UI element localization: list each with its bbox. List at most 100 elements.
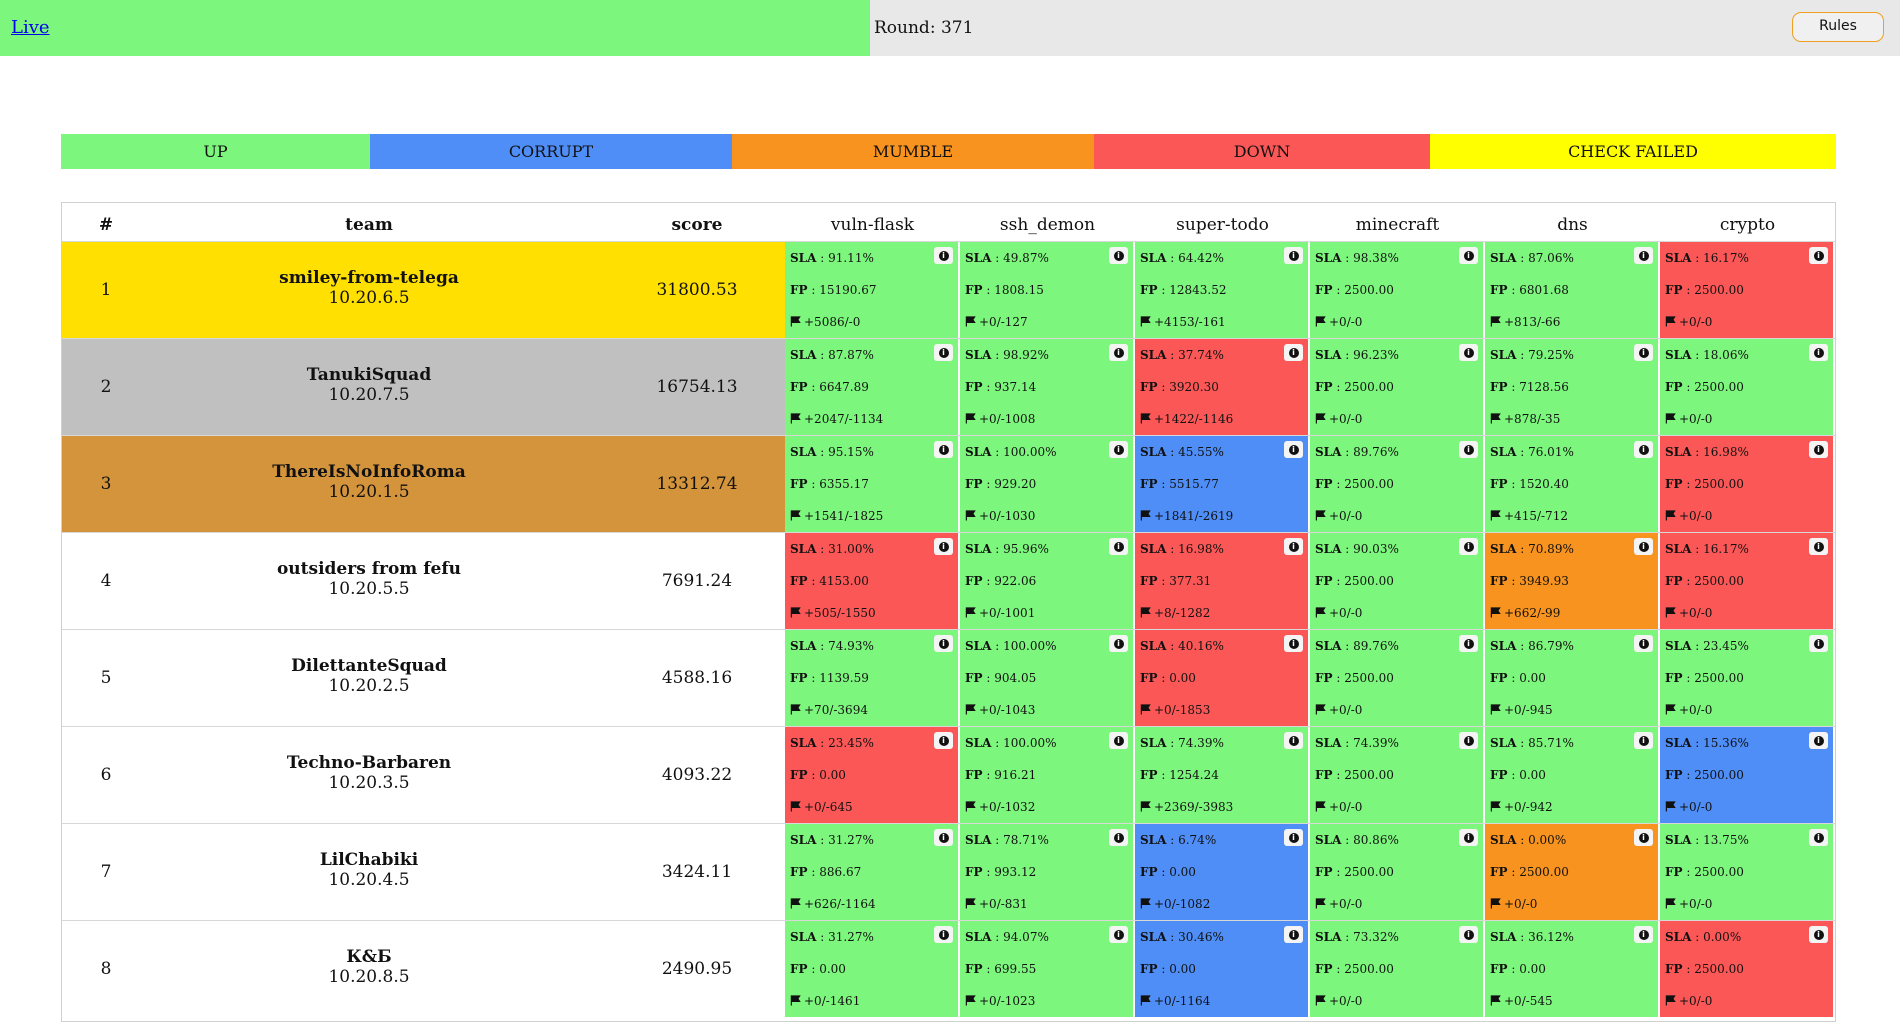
info-button[interactable]: i [934,926,953,943]
info-button[interactable]: i [1809,441,1828,458]
info-button[interactable]: i [1109,441,1128,458]
fp-value: FP : 15190.67 [790,283,877,297]
info-button[interactable]: i [1109,344,1128,361]
flags-value: +0/-0 [1665,509,1712,523]
info-icon: i [938,444,949,455]
info-button[interactable]: i [1459,635,1478,652]
team-ip: 10.20.5.5 [328,579,410,599]
info-button[interactable]: i [934,635,953,652]
info-button[interactable]: i [1284,926,1303,943]
flags-value: +0/-0 [1665,315,1712,329]
flag-icon [965,413,976,424]
fp-value: FP : 2500.00 [1315,574,1394,588]
sla-value: SLA : 98.92% [965,348,1049,362]
info-button[interactable]: i [1809,829,1828,846]
info-button[interactable]: i [1634,247,1653,264]
info-button[interactable]: i [1459,538,1478,555]
info-button[interactable]: i [934,538,953,555]
info-button[interactable]: i [1284,247,1303,264]
team-cell: 2 TanukiSquad 10.20.7.5 16754.13 [62,339,785,435]
info-button[interactable]: i [1459,829,1478,846]
info-button[interactable]: i [1634,829,1653,846]
info-button[interactable]: i [1459,344,1478,361]
info-button[interactable]: i [1809,247,1828,264]
rules-button[interactable]: Rules [1792,12,1884,42]
fp-value: FP : 993.12 [965,865,1037,879]
fp-value: FP : 922.06 [965,574,1037,588]
info-button[interactable]: i [1809,344,1828,361]
info-button[interactable]: i [1284,732,1303,749]
info-button[interactable]: i [934,441,953,458]
info-button[interactable]: i [1809,635,1828,652]
team-info: LilChabiki 10.20.4.5 [219,850,519,890]
sla-value: SLA : 87.87% [790,348,874,362]
info-button[interactable]: i [1634,538,1653,555]
info-button[interactable]: i [1809,538,1828,555]
info-button[interactable]: i [1459,441,1478,458]
info-button[interactable]: i [1284,441,1303,458]
info-button[interactable]: i [1634,344,1653,361]
info-button[interactable]: i [1634,732,1653,749]
info-button[interactable]: i [934,732,953,749]
info-icon: i [1638,832,1649,843]
flag-icon [965,316,976,327]
team-name: TanukiSquad [306,365,432,385]
flags-value: +0/-0 [1315,315,1362,329]
sla-value: SLA : 64.42% [1140,251,1224,265]
info-button[interactable]: i [1459,732,1478,749]
fp-value: FP : 937.14 [965,380,1037,394]
info-button[interactable]: i [1459,926,1478,943]
info-button[interactable]: i [1109,635,1128,652]
team-name: smiley-from-telega [279,268,459,288]
info-button[interactable]: i [934,344,953,361]
info-button[interactable]: i [1109,247,1128,264]
team-name: К&Б [346,947,392,967]
team-cell: 7 LilChabiki 10.20.4.5 3424.11 [62,824,785,920]
flags-value: +0/-1030 [965,509,1035,523]
service-cell-ssh-demon: SLA : 100.00% FP : 916.21 +0/-1032 i [960,727,1134,823]
flags-value: +0/-0 [1315,800,1362,814]
info-icon: i [1638,347,1649,358]
flag-icon [1140,413,1151,424]
info-icon: i [1463,250,1474,261]
sla-value: SLA : 16.98% [1665,445,1749,459]
info-button[interactable]: i [1109,732,1128,749]
team-score: 2490.95 [661,959,733,979]
info-button[interactable]: i [1284,538,1303,555]
sla-value: SLA : 95.96% [965,542,1049,556]
service-cell-vuln-flask: SLA : 87.87% FP : 6647.89 +2047/-1134 i [785,339,959,435]
info-button[interactable]: i [1284,829,1303,846]
info-button[interactable]: i [1809,732,1828,749]
info-button[interactable]: i [1109,829,1128,846]
info-button[interactable]: i [1634,441,1653,458]
info-button[interactable]: i [1109,538,1128,555]
team-info: Techno-Barbaren 10.20.3.5 [219,753,519,793]
info-button[interactable]: i [1109,926,1128,943]
fp-value: FP : 0.00 [1140,671,1196,685]
flags-value: +0/-945 [1490,703,1553,717]
service-cell-super-todo: SLA : 74.39% FP : 1254.24 +2369/-3983 i [1135,727,1309,823]
info-button[interactable]: i [1284,635,1303,652]
sla-value: SLA : 73.32% [1315,930,1399,944]
info-button[interactable]: i [1634,926,1653,943]
flags-value: +415/-712 [1490,509,1568,523]
info-button[interactable]: i [1634,635,1653,652]
info-button[interactable]: i [1459,247,1478,264]
sla-value: SLA : 79.25% [1490,348,1574,362]
flag-icon [1490,413,1501,424]
flags-value: +0/-0 [1315,606,1362,620]
fp-value: FP : 3920.30 [1140,380,1219,394]
flags-value: +2047/-1134 [790,412,883,426]
info-icon: i [1288,444,1299,455]
fp-value: FP : 2500.00 [1665,865,1744,879]
info-button[interactable]: i [1809,926,1828,943]
flag-icon [790,316,801,327]
live-link[interactable]: Live [11,17,50,38]
team-rank: 6 [100,765,112,785]
info-button[interactable]: i [1284,344,1303,361]
sla-value: SLA : 31.00% [790,542,874,556]
sla-value: SLA : 0.00% [1490,833,1567,847]
info-button[interactable]: i [934,829,953,846]
info-button[interactable]: i [934,247,953,264]
sla-value: SLA : 31.27% [790,833,874,847]
